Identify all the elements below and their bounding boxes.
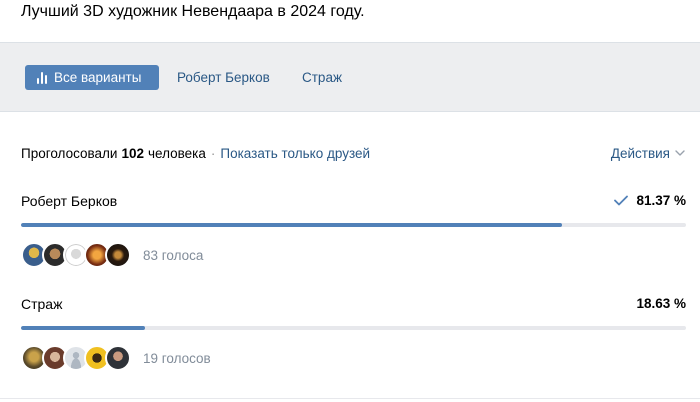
checkmark-icon [614, 195, 629, 206]
option-progress-fill [21, 326, 145, 330]
option-progress-track [21, 326, 686, 330]
voter-avatars[interactable] [21, 242, 131, 268]
actions-label: Действия [610, 145, 670, 161]
avatar[interactable] [105, 345, 131, 371]
voter-avatars[interactable] [21, 345, 131, 371]
option-progress-fill [21, 223, 563, 227]
voted-count: 102 [121, 145, 144, 161]
tab-robert-berkov[interactable]: Роберт Берков [177, 65, 270, 90]
voted-label: Проголосовали [21, 145, 118, 161]
poll-title: Лучший 3D художник Невендаара в 2024 год… [21, 3, 365, 20]
option-label: Роберт Берков [21, 193, 118, 209]
tab-all-options[interactable]: Все варианты [25, 65, 159, 90]
option-voters[interactable]: 83 голоса [21, 242, 203, 268]
show-friends-link[interactable]: Показать только друзей [220, 146, 370, 161]
option-percent-text: 18.63 % [636, 296, 686, 311]
option-voters[interactable]: 19 голосов [21, 345, 211, 371]
option-percent-text: 81.37 % [636, 193, 686, 208]
separator-dot: · [210, 145, 216, 161]
tab-strazh[interactable]: Страж [302, 65, 342, 90]
option-label: Страж [21, 296, 63, 312]
vote-count[interactable]: 19 голосов [143, 351, 211, 366]
divider [0, 398, 700, 399]
tab-all-options-label: Все варианты [54, 70, 142, 85]
chevron-down-icon [675, 150, 685, 156]
poll-stats: Проголосовали 102 человека · Показать то… [21, 144, 686, 162]
voted-suffix: человека [147, 145, 206, 161]
option-percent: 81.37 % [614, 193, 686, 208]
poll-tabs: Все варианты Роберт Берков Страж [0, 42, 700, 112]
vote-count[interactable]: 83 голоса [143, 248, 203, 263]
option-progress-track [21, 223, 686, 227]
bar-chart-icon [37, 71, 47, 84]
option-percent: 18.63 % [636, 296, 686, 311]
actions-dropdown[interactable]: Действия [611, 144, 685, 162]
avatar[interactable] [105, 242, 131, 268]
